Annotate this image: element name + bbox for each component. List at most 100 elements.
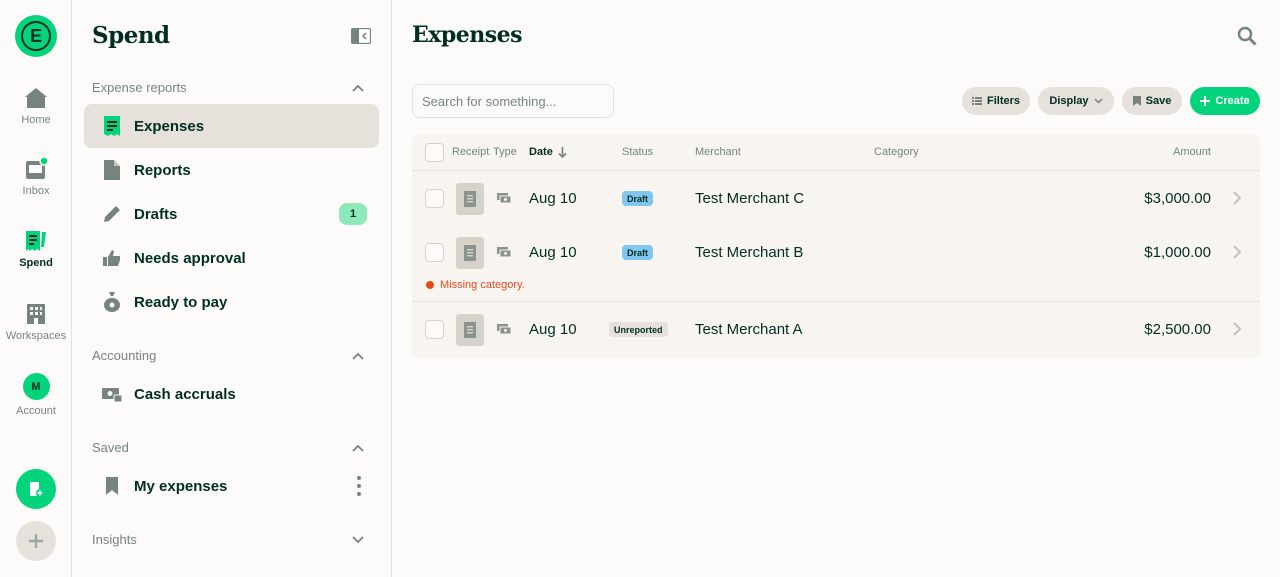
rail-item-home[interactable]: Home [0, 86, 72, 126]
column-date[interactable]: Date [529, 134, 567, 170]
filters-label: Filters [986, 95, 1020, 107]
receipt-icon [464, 191, 476, 207]
row-checkbox[interactable] [425, 320, 444, 339]
plus-icon [1200, 96, 1211, 106]
receipt-icon [102, 116, 122, 136]
rail-item-account[interactable]: M Account [0, 373, 72, 417]
inbox-icon [26, 157, 48, 179]
status-badge: Draft [622, 245, 654, 260]
create-button[interactable]: Create [1190, 87, 1260, 115]
section-saved[interactable]: Saved [92, 440, 364, 455]
section-insights[interactable]: Insights [92, 532, 364, 547]
row-checkbox[interactable] [425, 243, 444, 262]
spend-icon [26, 231, 46, 251]
chevron-right-icon[interactable] [1233, 322, 1241, 336]
chevron-down-icon [1094, 98, 1103, 104]
sidebar-item-label: Cash accruals [134, 385, 236, 403]
row-date: Aug 10 [529, 321, 577, 338]
receipt-thumbnail[interactable] [456, 183, 484, 215]
sidebar-item-ready-to-pay[interactable]: Ready to pay [84, 280, 379, 324]
bookmark-icon [102, 476, 122, 496]
display-label: Display [1049, 95, 1089, 107]
row-amount: $2,500.00 [1144, 321, 1211, 338]
column-merchant[interactable]: Merchant [695, 134, 741, 170]
sidebar-item-expenses[interactable]: Expenses [84, 104, 379, 148]
new-expense-button[interactable] [16, 469, 56, 509]
section-accounting[interactable]: Accounting [92, 348, 364, 363]
pencil-icon [102, 204, 122, 224]
save-button[interactable]: Save [1122, 87, 1182, 115]
section-label: Expense reports [92, 80, 187, 95]
save-label: Save [1145, 95, 1172, 107]
rail-label-workspaces: Workspaces [5, 330, 67, 342]
sidebar-item-reports[interactable]: Reports [84, 148, 379, 192]
rail-label-inbox: Inbox [22, 185, 50, 197]
error-dot-icon [426, 281, 434, 289]
search-icon[interactable] [1237, 26, 1257, 46]
rail-item-inbox[interactable]: Inbox [0, 157, 72, 197]
collapse-sidebar-icon[interactable] [351, 28, 371, 44]
row-merchant: Test Merchant B [695, 244, 804, 261]
sidebar-item-drafts[interactable]: Drafts 1 [84, 192, 379, 236]
rail-item-spend[interactable]: Spend [0, 229, 72, 269]
chevron-right-icon[interactable] [1233, 245, 1241, 259]
logo-letter: E [21, 21, 51, 51]
home-icon [25, 88, 47, 108]
section-label: Saved [92, 440, 129, 455]
receipt-plus-icon [30, 482, 44, 497]
row-checkbox[interactable] [425, 189, 444, 208]
more-options-icon[interactable] [357, 476, 361, 496]
avatar: M [22, 373, 50, 400]
sort-down-icon [558, 146, 567, 158]
left-rail: E Home Inbox Spend Workspaces M Account [0, 0, 72, 577]
select-all-checkbox[interactable] [425, 143, 444, 162]
sidebar-item-my-expenses[interactable]: My expenses [84, 464, 379, 508]
column-amount[interactable]: Amount [1173, 134, 1211, 170]
header-divider [412, 170, 1260, 171]
add-button[interactable] [16, 521, 56, 561]
expenses-table: Receipt Type Date Status Merchant Catego… [412, 134, 1260, 358]
receipt-thumbnail[interactable] [456, 237, 484, 269]
cash-icon [497, 324, 511, 335]
page-title: Expenses [412, 22, 523, 48]
sidebar-item-label: Needs approval [134, 249, 246, 267]
row-merchant: Test Merchant C [695, 190, 805, 207]
column-receipt[interactable]: Receipt [452, 134, 489, 170]
sidebar-item-label: My expenses [134, 477, 228, 495]
row-amount: $3,000.00 [1144, 190, 1211, 207]
expensify-logo[interactable]: E [15, 15, 57, 57]
filters-button[interactable]: Filters [962, 87, 1030, 115]
column-date-label: Date [529, 146, 553, 158]
section-label: Accounting [92, 348, 157, 363]
rail-item-workspaces[interactable]: Workspaces [0, 302, 72, 342]
rail-label-account: Account [16, 405, 56, 417]
main-content: Expenses Filters Display Save Create Rec… [392, 0, 1280, 577]
document-icon [102, 160, 122, 180]
status-badge: Unreported [609, 322, 668, 337]
warning-text: Missing category. [440, 279, 525, 291]
chevron-right-icon[interactable] [1233, 191, 1241, 205]
receipt-icon [464, 322, 476, 338]
column-category[interactable]: Category [874, 134, 919, 170]
create-label: Create [1215, 95, 1250, 107]
cash-icon [497, 247, 511, 258]
column-status[interactable]: Status [622, 134, 653, 170]
receipt-thumbnail[interactable] [456, 314, 484, 346]
money-bag-icon [102, 292, 122, 312]
cash-icon [497, 193, 511, 204]
rail-label-spend: Spend [19, 257, 53, 269]
sidebar-item-needs-approval[interactable]: Needs approval [84, 236, 379, 280]
chevron-down-icon [352, 535, 364, 543]
display-button[interactable]: Display [1038, 87, 1114, 115]
column-type[interactable]: Type [493, 134, 517, 170]
row-divider [412, 301, 1260, 302]
sidebar-item-label: Expenses [134, 117, 205, 135]
building-icon [27, 304, 45, 324]
search-input[interactable] [412, 84, 614, 118]
sidebar-item-cash-accruals[interactable]: Cash accruals [84, 372, 379, 416]
section-expense-reports[interactable]: Expense reports [92, 80, 364, 95]
drafts-count-badge: 1 [339, 203, 367, 225]
row-merchant: Test Merchant A [695, 321, 803, 338]
filter-icon [971, 97, 982, 105]
thumbs-up-icon [102, 248, 122, 268]
